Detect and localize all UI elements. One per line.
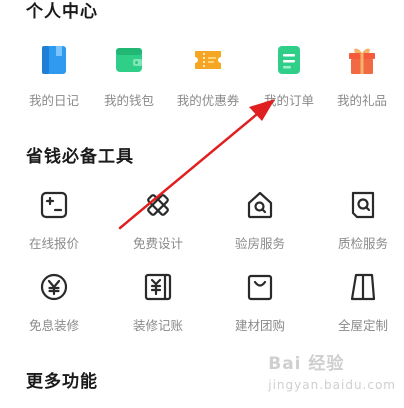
material-group-buy-label: 建材团购: [234, 318, 285, 333]
personal-center-row: 我的日记 我的钱包 我的优惠券 我的订单 我的礼品: [0, 45, 404, 125]
diary-icon: [42, 46, 66, 74]
section-title-personal: 个人中心: [26, 2, 98, 22]
coupon-icon: [195, 51, 221, 69]
design-tools-icon: [147, 194, 169, 216]
house-inspection-label: 验房服务: [234, 236, 285, 251]
quality-inspection-button[interactable]: 质检服务: [323, 190, 403, 270]
shopping-bag-icon: [247, 274, 273, 301]
renovation-ledger-label: 装修记账: [132, 318, 183, 333]
inspection-icon: [351, 191, 375, 219]
whole-house-custom-button[interactable]: 全屋定制: [323, 272, 403, 352]
interest-free-renovation-label: 免息装修: [28, 318, 79, 333]
quality-inspection-label: 质检服务: [337, 236, 388, 251]
material-group-buy-button[interactable]: 建材团购: [220, 272, 300, 352]
my-gifts-button[interactable]: 我的礼品: [322, 45, 402, 125]
house-inspection-button[interactable]: 验房服务: [220, 190, 300, 270]
gift-icon: [349, 48, 375, 74]
my-wallet-label: 我的钱包: [103, 93, 154, 108]
wardrobe-icon: [350, 273, 376, 301]
renovation-ledger-button[interactable]: 装修记账: [118, 272, 198, 352]
my-orders-label: 我的订单: [263, 93, 314, 108]
order-icon: [278, 46, 300, 74]
my-orders-button[interactable]: 我的订单: [249, 45, 329, 125]
my-wallet-button[interactable]: 我的钱包: [89, 45, 169, 125]
interest-free-renovation-button[interactable]: 免息装修: [14, 272, 94, 352]
section-title-more: 更多功能: [26, 372, 98, 392]
free-design-button[interactable]: 免费设计: [118, 190, 198, 270]
watermark-sub: jingyan.baidu.com: [268, 378, 396, 392]
whole-house-custom-label: 全屋定制: [337, 318, 388, 333]
ledger-icon: [144, 273, 172, 301]
tools-row-2: 免息装修 装修记账 建材团购 全屋定制: [0, 272, 404, 352]
tools-row-1: 在线报价 免费设计 验房服务 质检服务: [0, 190, 404, 270]
watermark-main: Bai 经验: [268, 354, 345, 374]
online-quote-label: 在线报价: [28, 236, 79, 251]
baidu-watermark: Bai 经验 jingyan.baidu.com: [268, 349, 396, 394]
yuan-coin-icon: [40, 273, 68, 301]
my-gifts-label: 我的礼品: [336, 93, 387, 108]
my-coupons-label: 我的优惠券: [176, 93, 240, 108]
my-diary-label: 我的日记: [28, 93, 79, 108]
section-title-tools: 省钱必备工具: [26, 147, 134, 167]
my-coupons-button[interactable]: 我的优惠券: [168, 45, 248, 125]
wallet-icon: [116, 48, 142, 72]
free-design-label: 免费设计: [132, 236, 183, 251]
my-diary-button[interactable]: 我的日记: [14, 45, 94, 125]
house-search-icon: [247, 191, 273, 219]
online-quote-button[interactable]: 在线报价: [14, 190, 94, 270]
calculator-icon: [40, 191, 68, 219]
